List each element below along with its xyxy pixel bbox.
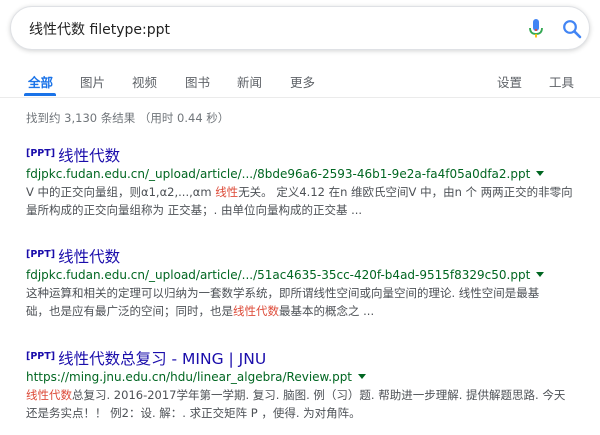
result-title: 线性代数 xyxy=(58,248,121,266)
url-dropdown-icon[interactable] xyxy=(358,374,367,379)
result-title: 线性代数 xyxy=(58,147,121,165)
snippet-text: 础，也是应有最广泛的空间；同时，也是 xyxy=(26,304,233,318)
result-title-link[interactable]: [PPT] 线性代数 xyxy=(26,143,586,165)
result-title-link[interactable]: [PPT] 线性代数总复习 - MING | JNU xyxy=(26,346,586,368)
tab-more[interactable]: 更多 xyxy=(290,72,315,91)
result-title: 线性代数总复习 - MING | JNU xyxy=(58,350,267,368)
microphone-icon[interactable] xyxy=(529,19,543,39)
url-dropdown-icon[interactable] xyxy=(536,272,545,277)
snippet-line: 这种运算和相关的定理可以归纳为一套数学系统，即所谓线性空间或向量空间的理论. 线… xyxy=(26,286,540,300)
search-tabs: 全部 图片 视频 图书 新闻 更多 设置 工具 xyxy=(0,66,600,96)
result-url-line: https://ming.jnu.edu.cn/hdu/linear_algeb… xyxy=(26,368,586,386)
file-type-tag: [PPT] xyxy=(26,148,56,159)
search-result: [PPT] 线性代数总复习 - MING | JNU https://ming.j… xyxy=(26,346,586,422)
snippet-line: 础，也是应有最广泛的空间；同时，也是线性代数最基本的概念之 ... xyxy=(26,302,586,320)
result-url[interactable]: fdjpkc.fudan.edu.cn/_upload/article/.../… xyxy=(26,167,530,181)
result-url-line: fdjpkc.fudan.edu.cn/_upload/article/.../… xyxy=(26,165,586,183)
search-input[interactable] xyxy=(29,18,509,40)
tabs-divider xyxy=(0,97,600,98)
tab-news[interactable]: 新闻 xyxy=(237,72,262,91)
url-dropdown-icon[interactable] xyxy=(536,171,545,176)
search-result: [PPT] 线性代数 fdjpkc.fudan.edu.cn/_upload/ar… xyxy=(26,143,586,219)
file-type-tag: [PPT] xyxy=(26,351,56,362)
file-type-tag: [PPT] xyxy=(26,249,56,260)
snippet-text: V 中的正交向量组，则α1,α2,...,αm xyxy=(26,185,216,199)
snippet-highlight: 线性 xyxy=(215,185,239,199)
tab-all[interactable]: 全部 xyxy=(28,72,53,91)
result-snippet: 线性代数总复习. 2016-2017学年第一学期. 复习. 脑图. 例（习）题.… xyxy=(26,386,586,422)
snippet-highlight: 线性代数 xyxy=(233,304,279,318)
result-url[interactable]: fdjpkc.fudan.edu.cn/_upload/article/.../… xyxy=(26,268,530,282)
tab-settings[interactable]: 设置 xyxy=(497,72,522,91)
result-stats: 找到约 3,130 条结果 （用时 0.44 秒） xyxy=(26,111,230,125)
tab-images[interactable]: 图片 xyxy=(80,72,105,91)
snippet-line: 量所构成的正交向量组称为 正交基；. 由单位向量构成的正交基 ... xyxy=(26,203,363,217)
tab-books[interactable]: 图书 xyxy=(185,72,210,91)
result-url[interactable]: https://ming.jnu.edu.cn/hdu/linear_algeb… xyxy=(26,370,352,384)
snippet-text: 无关。 定义4.12 在n 维欧氏空间V 中，由n 个 两两正交的非零向 xyxy=(238,185,573,199)
tab-videos[interactable]: 视频 xyxy=(132,72,157,91)
result-url-line: fdjpkc.fudan.edu.cn/_upload/article/.../… xyxy=(26,266,586,284)
snippet-line: V 中的正交向量组，则α1,α2,...,αm 线性无关。 定义4.12 在n … xyxy=(26,183,586,201)
active-tab-indicator xyxy=(24,93,56,96)
tab-tools[interactable]: 工具 xyxy=(549,72,574,91)
result-title-link[interactable]: [PPT] 线性代数 xyxy=(26,244,586,266)
search-box xyxy=(10,6,590,50)
snippet-line: 线性代数总复习. 2016-2017学年第一学期. 复习. 脑图. 例（习）题.… xyxy=(26,386,586,404)
snippet-line: 还是务实点！！ 例2：设. 解：. 求正交矩阵 P ，使得. 为对角阵。 xyxy=(26,406,361,420)
snippet-text: 总复习. 2016-2017学年第一学期. 复习. 脑图. 例（习）题. 帮助进… xyxy=(72,388,566,402)
snippet-text: 最基本的概念之 ... xyxy=(279,304,375,318)
result-snippet: 这种运算和相关的定理可以归纳为一套数学系统，即所谓线性空间或向量空间的理论. 线… xyxy=(26,284,586,320)
result-snippet: V 中的正交向量组，则α1,α2,...,αm 线性无关。 定义4.12 在n … xyxy=(26,183,586,219)
search-icon[interactable] xyxy=(562,19,582,39)
search-result: [PPT] 线性代数 fdjpkc.fudan.edu.cn/_upload/ar… xyxy=(26,244,586,320)
snippet-highlight: 线性代数 xyxy=(26,388,72,402)
